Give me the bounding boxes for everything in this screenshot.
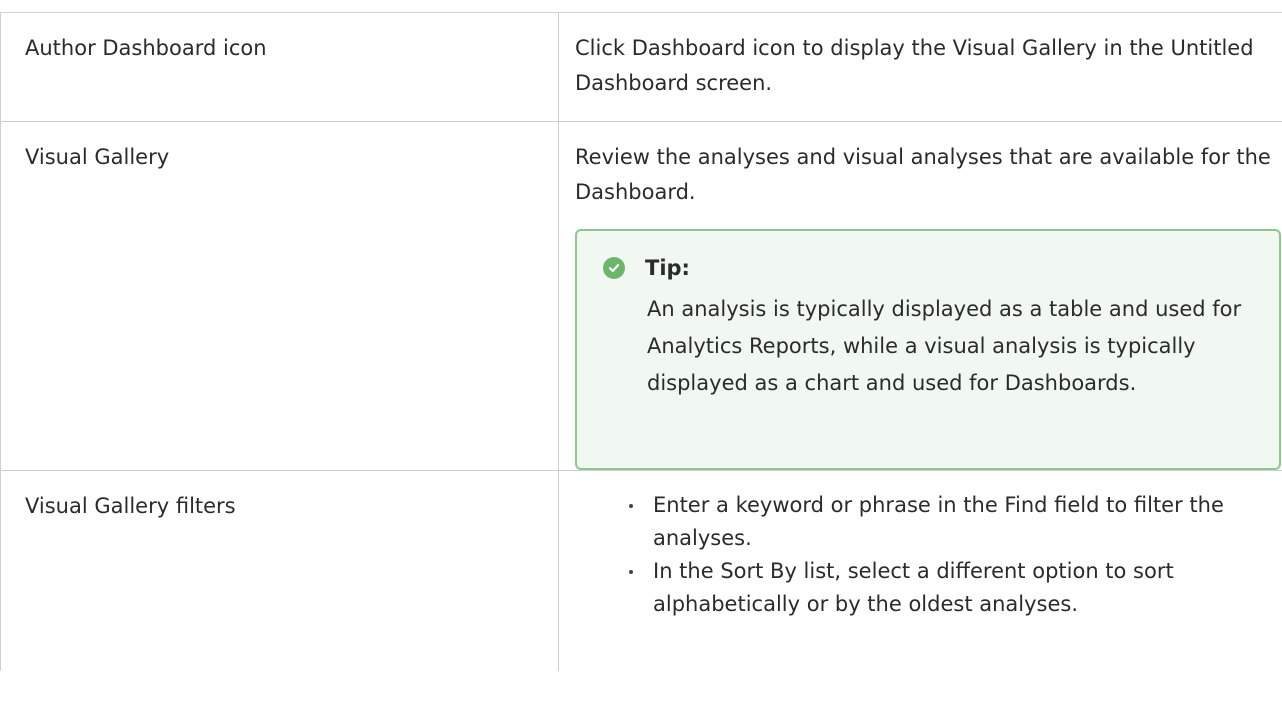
bullet-dot	[629, 570, 633, 574]
tip-callout: Tip: An analysis is typically displayed …	[575, 229, 1281, 470]
term-cell: Visual Gallery filters	[0, 470, 559, 671]
description-text: Review the analyses and visual analyses …	[575, 145, 1271, 204]
table-row: Visual Gallery Review the analyses and v…	[0, 121, 1282, 471]
tip-title: Tip:	[645, 255, 690, 280]
term-cell: Author Dashboard icon	[0, 12, 559, 122]
bullet-dot	[629, 504, 633, 508]
term-label: Visual Gallery filters	[25, 494, 236, 518]
term-cell: Visual Gallery	[0, 121, 559, 471]
description-text: Click Dashboard icon to display the Visu…	[575, 36, 1254, 95]
term-label: Author Dashboard icon	[25, 36, 267, 60]
description-cell: Click Dashboard icon to display the Visu…	[558, 12, 1282, 122]
definition-table: Author Dashboard icon Click Dashboard ic…	[0, 12, 1282, 671]
list-item: Enter a keyword or phrase in the Find fi…	[615, 489, 1276, 555]
list-item: In the Sort By list, select a different …	[615, 555, 1276, 621]
table-row: Author Dashboard icon Click Dashboard ic…	[0, 12, 1282, 122]
description-cell: Review the analyses and visual analyses …	[558, 121, 1282, 471]
tip-text: An analysis is typically displayed as a …	[647, 297, 1242, 395]
bullet-list: Enter a keyword or phrase in the Find fi…	[575, 489, 1276, 621]
description-cell: Enter a keyword or phrase in the Find fi…	[558, 470, 1282, 671]
tip-header: Tip:	[603, 251, 1249, 285]
list-item-text: Enter a keyword or phrase in the Find fi…	[653, 493, 1224, 550]
term-label: Visual Gallery	[25, 145, 170, 169]
list-item-text: In the Sort By list, select a different …	[653, 559, 1174, 616]
table-row: Visual Gallery filters Enter a keyword o…	[0, 470, 1282, 671]
check-circle-icon	[603, 257, 625, 279]
